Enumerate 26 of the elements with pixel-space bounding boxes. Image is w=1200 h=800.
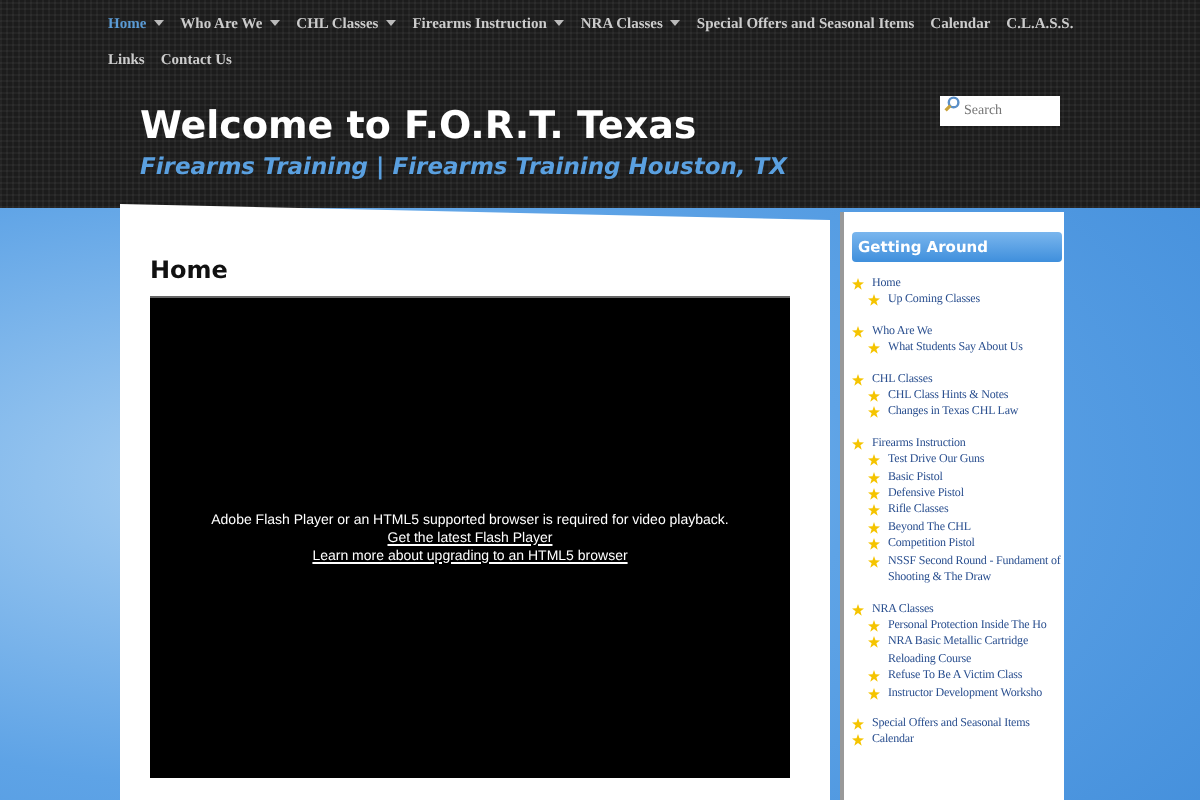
star-icon bbox=[868, 521, 880, 534]
star-icon bbox=[868, 406, 880, 419]
star-icon bbox=[868, 488, 880, 501]
star-icon bbox=[868, 636, 880, 649]
star-icon bbox=[868, 619, 880, 632]
star-icon bbox=[852, 717, 864, 730]
star-icon bbox=[852, 437, 864, 450]
star-icon bbox=[852, 278, 864, 290]
star-icon bbox=[852, 325, 864, 338]
star-icon bbox=[868, 342, 880, 355]
site-title: Welcome to F.O.R.T. Texas bbox=[140, 104, 699, 148]
star-icon bbox=[868, 687, 880, 700]
star-icon bbox=[868, 538, 880, 551]
star-icon bbox=[868, 471, 880, 484]
star-icon bbox=[868, 670, 880, 683]
star-icon bbox=[868, 390, 880, 403]
star-icon bbox=[868, 555, 880, 568]
page-heading: Home bbox=[150, 256, 230, 284]
star-icon bbox=[868, 504, 880, 517]
search-icon bbox=[944, 96, 960, 112]
star-icon bbox=[852, 734, 864, 747]
star-icon bbox=[852, 373, 864, 386]
star-icon bbox=[868, 454, 880, 467]
star-icon bbox=[852, 603, 864, 615]
star-icon bbox=[868, 294, 880, 307]
site-tagline: Firearms Training | Firearms Training Houston, TX bbox=[140, 152, 788, 180]
